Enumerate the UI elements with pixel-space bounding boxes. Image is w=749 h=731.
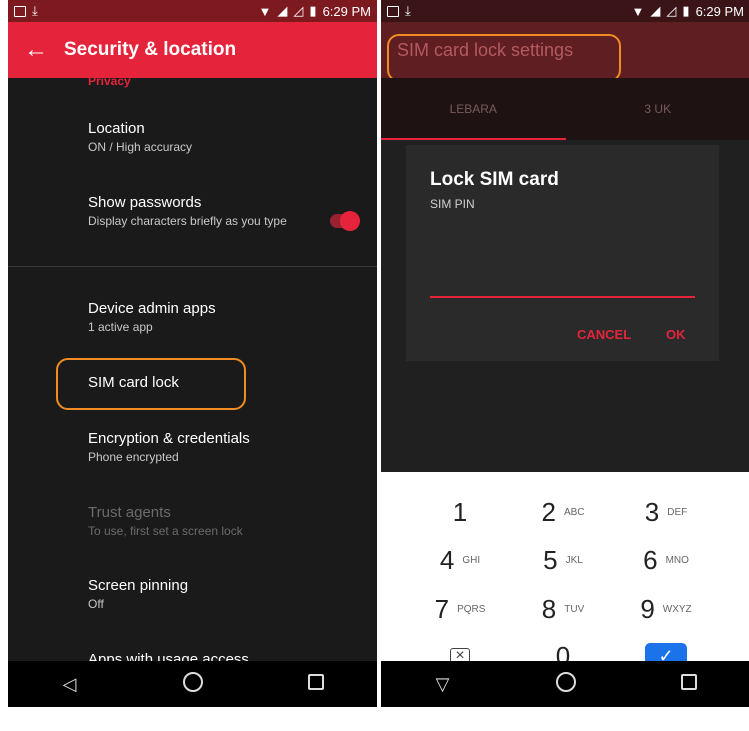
key-digit: 1 [452, 496, 468, 527]
setting-subtitle: ON / High accuracy [88, 140, 193, 154]
setting-subtitle: Phone encrypted [88, 450, 179, 464]
dialog-title: Lock SIM card [430, 169, 559, 190]
key-letters: PQRS [457, 603, 486, 615]
key-letters: DEF [667, 506, 688, 518]
clock-time: 6:29 PM [322, 3, 371, 19]
back-arrow-icon[interactable]: ← [8, 36, 64, 64]
key-9[interactable]: 9 WXYZ [611, 589, 721, 629]
key-2[interactable]: 2 ABC [508, 492, 618, 532]
toggle-thumb [340, 211, 360, 231]
download-notification-icon: ⤓ [32, 3, 38, 18]
back-down-triangle-icon[interactable]: ▽ [423, 674, 463, 695]
key-letters: WXYZ [662, 603, 692, 615]
app-bar: ← Security & location [8, 22, 377, 78]
setting-title: Device admin apps [88, 300, 216, 317]
signal-icon: ◢ [277, 3, 288, 18]
battery-icon: ▮ [309, 3, 317, 18]
setting-title: Show passwords [88, 194, 202, 211]
status-bar: ⤓ ▼ ◢ ◿ ▮ 6:29 PM [8, 0, 377, 22]
setting-device-admin-apps[interactable]: Device admin apps 1 active app [88, 300, 365, 334]
sim-card-lock-highlight [56, 358, 246, 410]
right-screen: ⤓ ▼ ◢ ◿ ▮ 6:29 PM SIM card lock settings… [381, 0, 749, 707]
key-digit: 8 [541, 593, 557, 624]
left-screen: ⤓ ▼ ◢ ◿ ▮ 6:29 PM ← Security & location … [8, 0, 377, 707]
section-header-privacy: Privacy [88, 78, 131, 88]
gallery-notification-icon [14, 5, 26, 17]
key-letters: JKL [565, 554, 583, 566]
home-circle-icon[interactable] [173, 671, 213, 697]
setting-subtitle: To use, first set a screen lock [88, 524, 243, 538]
settings-list[interactable]: Privacy Location ON / High accuracy Show… [8, 78, 377, 683]
ok-button[interactable]: OK [666, 327, 686, 342]
setting-show-passwords[interactable]: Show passwords Display characters briefl… [88, 194, 297, 228]
key-digit: 3 [644, 496, 660, 527]
key-letters: MNO [665, 554, 689, 566]
key-3[interactable]: 3 DEF [611, 492, 721, 532]
key-digit: 6 [643, 544, 658, 575]
recents-square-icon[interactable] [296, 673, 336, 695]
sim-pin-input[interactable] [430, 268, 695, 298]
setting-title: Encryption & credentials [88, 430, 250, 447]
sim-tabs: LEBARA 3 UK [381, 78, 749, 140]
recents-square-icon[interactable] [669, 673, 709, 695]
tab-lebara[interactable]: LEBARA [381, 78, 566, 140]
tab-3-uk[interactable]: 3 UK [566, 78, 749, 140]
key-digit: 2 [541, 496, 556, 527]
key-letters: GHI [462, 554, 481, 566]
setting-title: Screen pinning [88, 577, 189, 594]
divider [8, 266, 377, 267]
setting-title: Trust agents [88, 504, 171, 521]
setting-subtitle: 1 active app [88, 320, 153, 334]
key-4[interactable]: 4 GHI [405, 540, 515, 580]
navigation-bar: ◁ [8, 661, 377, 707]
status-bar: ⤓ ▼ ◢ ◿ ▮ 6:29 PM [381, 0, 749, 22]
key-digit: 5 [543, 544, 558, 575]
numeric-keypad: 1 2 ABC 3 DEF 4 GHI 5 JKL 6 MNO 7 PQRS 8… [381, 472, 749, 683]
show-passwords-toggle[interactable] [330, 211, 360, 231]
key-letters: TUV [564, 603, 585, 615]
key-letters: ABC [563, 506, 585, 518]
clock-time: 6:29 PM [695, 3, 744, 19]
key-digit: 9 [640, 593, 655, 624]
key-digit: 4 [439, 544, 455, 575]
setting-screen-pinning[interactable]: Screen pinning Off [88, 577, 365, 611]
key-6[interactable]: 6 MNO [611, 540, 721, 580]
wifi-icon: ▼ [631, 3, 645, 19]
lock-sim-dialog: Lock SIM card SIM PIN CANCEL OK [406, 145, 719, 361]
navigation-bar: ▽ [381, 661, 749, 707]
battery-icon: ▮ [682, 3, 690, 18]
cancel-button[interactable]: CANCEL [577, 327, 631, 342]
title-highlight [387, 34, 621, 82]
back-triangle-icon[interactable]: ◁ [50, 674, 90, 695]
setting-subtitle: Display characters briefly as you type [88, 214, 287, 228]
setting-subtitle: Off [88, 597, 104, 611]
gallery-notification-icon [387, 5, 399, 17]
download-notification-icon: ⤓ [405, 3, 411, 18]
setting-location[interactable]: Location ON / High accuracy [88, 120, 365, 154]
setting-title: Location [88, 120, 145, 137]
key-7[interactable]: 7 PQRS [405, 589, 515, 629]
wifi-icon: ▼ [258, 3, 272, 19]
home-circle-icon[interactable] [546, 671, 586, 697]
setting-trust-agents: Trust agents To use, first set a screen … [88, 504, 365, 538]
setting-encryption-credentials[interactable]: Encryption & credentials Phone encrypted [88, 430, 365, 464]
signal-icon: ◢ [650, 3, 661, 18]
page-title: Security & location [64, 39, 237, 60]
signal-2-icon: ◿ [666, 3, 677, 18]
signal-2-icon: ◿ [293, 3, 304, 18]
key-digit: 7 [434, 593, 450, 624]
key-5[interactable]: 5 JKL [508, 540, 618, 580]
key-8[interactable]: 8 TUV [508, 589, 618, 629]
key-1[interactable]: 1 [405, 492, 515, 532]
dialog-subtitle: SIM PIN [430, 197, 475, 211]
